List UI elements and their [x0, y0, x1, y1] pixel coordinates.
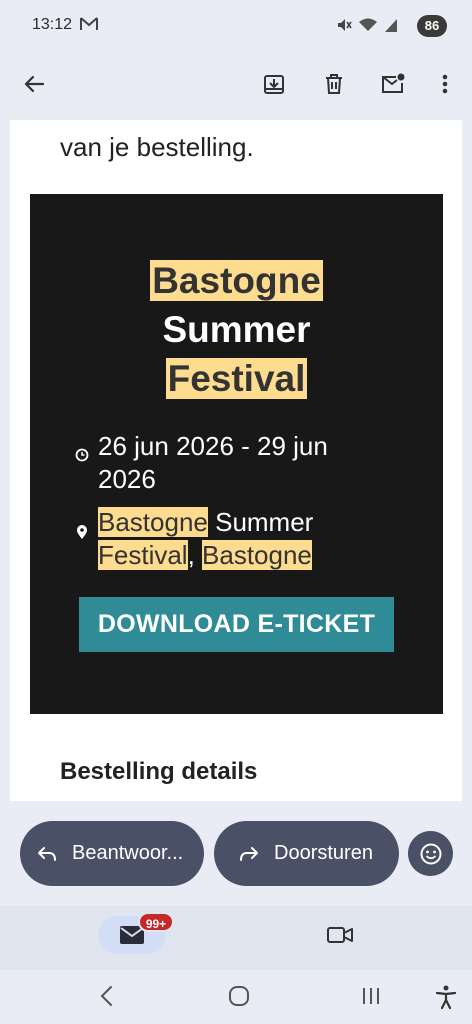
system-recents-button[interactable] [360, 984, 382, 1013]
home-circle-icon [229, 986, 249, 1006]
mark-unread-button[interactable] [377, 68, 409, 100]
accessibility-icon [435, 985, 457, 1010]
arrow-left-icon [24, 75, 45, 93]
wifi-icon [359, 18, 377, 31]
forward-label: Doorsturen [274, 842, 373, 864]
gmail-notification-icon [80, 17, 98, 30]
bottom-navigation: 99+ [0, 906, 472, 970]
reply-icon [34, 845, 60, 863]
mute-icon [338, 19, 352, 31]
event-title: Bastogne Summer Festival [30, 256, 443, 403]
event-location: Bastogne Summer Festival, Bastogne [98, 506, 368, 572]
recents-icon [363, 988, 379, 1004]
reply-button[interactable]: Beantwoor... [20, 821, 204, 886]
chevron-left-icon [100, 986, 112, 1006]
order-details-heading: Bestelling details [60, 758, 258, 785]
accessibility-button[interactable] [434, 984, 458, 1015]
archive-button[interactable] [258, 68, 290, 100]
location-pin-icon [74, 524, 90, 540]
back-button[interactable] [18, 68, 50, 100]
archive-icon [264, 75, 284, 94]
event-date: 26 jun 2026 - 29 jun 2026 [98, 431, 328, 494]
trash-icon [326, 74, 342, 94]
event-location-row: Bastogne Summer Festival, Bastogne [74, 506, 368, 572]
system-navigation-bar [0, 970, 472, 1024]
download-eticket-button[interactable]: DOWNLOAD E-TICKET [79, 597, 394, 652]
unread-count-badge: 99+ [138, 912, 174, 932]
event-date-row: 26 jun 2026 - 29 jun 2026 [74, 430, 368, 496]
status-time: 13:12 [32, 16, 73, 33]
event-title-line-2: Summer [162, 309, 311, 350]
delete-button[interactable] [318, 68, 350, 100]
location-text-2: Summer [207, 507, 314, 537]
forward-button[interactable]: Doorsturen [214, 821, 399, 886]
battery-indicator: 86 [417, 15, 447, 37]
mail-unread-icon [382, 73, 405, 93]
location-highlight-5: Bastogne [202, 540, 312, 570]
nav-meet-tab[interactable] [326, 924, 354, 951]
status-icons [336, 17, 398, 33]
clock-icon [74, 448, 90, 462]
email-toolbar [0, 56, 472, 112]
event-title-line-3: Festival [165, 358, 308, 399]
status-bar: 13:12 86 [0, 0, 472, 56]
video-camera-icon [327, 927, 353, 943]
event-card: Bastogne Summer Festival 26 jun 2026 - 2… [30, 194, 443, 714]
signal-icon [385, 19, 397, 32]
location-highlight-3: Festival [98, 540, 188, 570]
email-intro-text: van je bestelling. [60, 132, 254, 162]
email-body: van je bestelling. Bastogne Summer Festi… [10, 120, 462, 801]
more-vert-icon [442, 74, 448, 94]
location-text-4: , [187, 540, 203, 570]
emoji-reaction-button[interactable] [408, 831, 453, 876]
system-home-button[interactable] [227, 984, 251, 1013]
forward-icon [236, 845, 262, 863]
more-options-button[interactable] [429, 68, 461, 100]
event-title-line-1: Bastogne [150, 260, 323, 301]
system-back-button[interactable] [98, 984, 116, 1013]
reply-label: Beantwoor... [72, 842, 184, 864]
smiley-icon [420, 843, 441, 864]
location-highlight-1: Bastogne [98, 507, 208, 537]
